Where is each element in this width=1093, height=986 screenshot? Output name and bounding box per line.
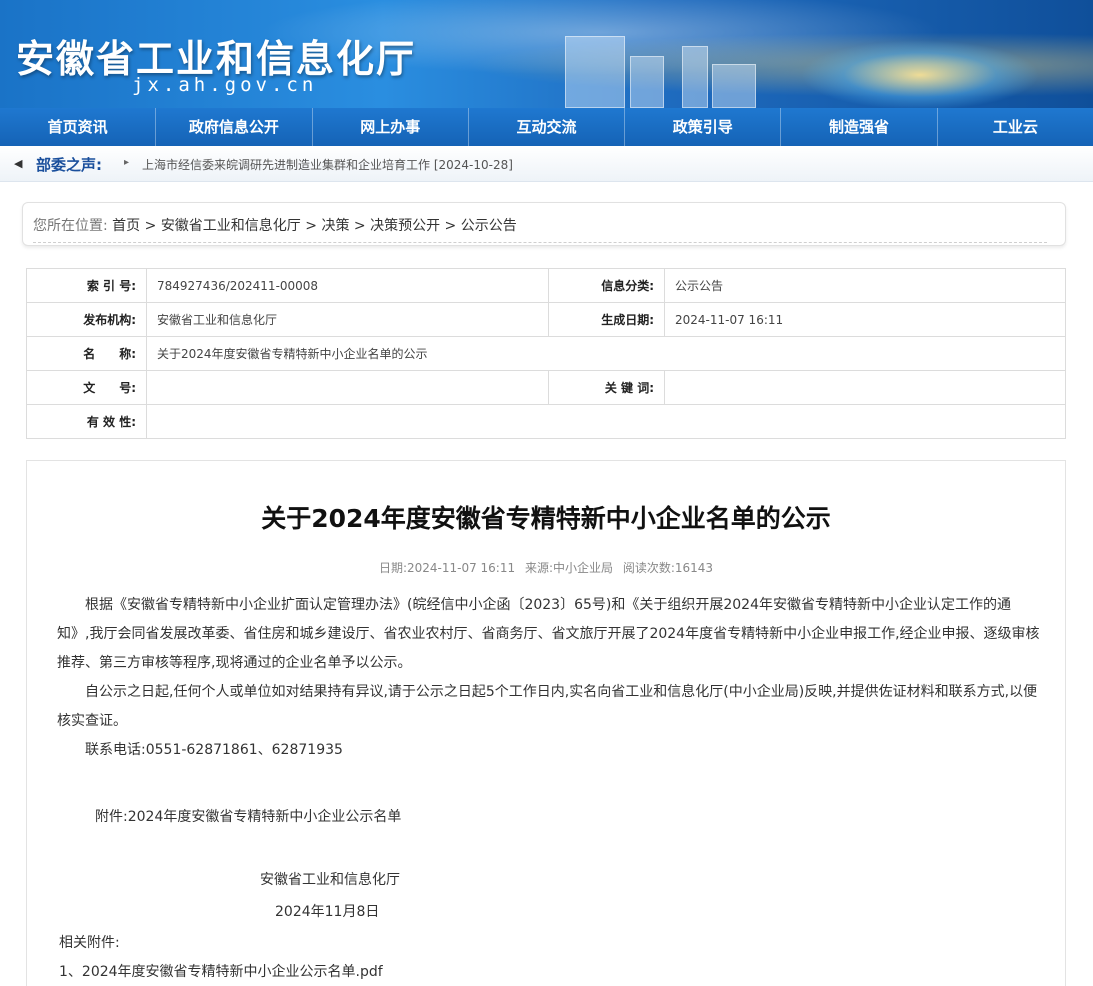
validity-label: 有 效 性: bbox=[26, 404, 147, 439]
banner-building bbox=[630, 56, 664, 108]
ticker-label: 部委之声: bbox=[36, 156, 102, 174]
breadcrumb-separator: > bbox=[444, 218, 461, 234]
site-domain: jx.ah.gov.cn bbox=[132, 74, 318, 96]
breadcrumb-separator: > bbox=[144, 218, 161, 234]
keywords-value bbox=[664, 370, 1066, 405]
signature-org: 安徽省工业和信息化厅 bbox=[260, 872, 400, 888]
date-value: 2024-11-07 16:11 bbox=[664, 302, 1066, 337]
related-attachments-label: 相关附件: bbox=[59, 935, 120, 951]
keywords-label: 关 键 词: bbox=[548, 370, 665, 405]
table-row: 发布机构: 安徽省工业和信息化厅 生成日期: 2024-11-07 16:11 bbox=[26, 302, 1066, 337]
nav-item-manufacturing[interactable]: 制造强省 bbox=[781, 108, 938, 146]
article-contact: 联系电话:0551-62871861、62871935 bbox=[85, 742, 343, 758]
nav-item-home[interactable]: 首页资讯 bbox=[0, 108, 157, 146]
category-label: 信息分类: bbox=[548, 268, 665, 303]
article-source: 来源:中小企业局 bbox=[524, 561, 613, 575]
article-paragraph: 根据《安徽省专精特新中小企业扩面认定管理办法》(皖经信中小企函〔2023〕65号… bbox=[57, 597, 1040, 671]
breadcrumb-prefix: 您所在位置: bbox=[33, 218, 108, 234]
breadcrumb-home[interactable]: 首页 bbox=[112, 218, 140, 234]
breadcrumb-announcement[interactable]: 公示公告 bbox=[461, 218, 517, 234]
table-row: 索 引 号: 784927436/202411-00008 信息分类: 公示公告 bbox=[26, 268, 1066, 303]
banner-building bbox=[712, 64, 756, 108]
banner-building bbox=[565, 36, 625, 108]
index-label: 索 引 号: bbox=[26, 268, 147, 303]
validity-value bbox=[146, 404, 1066, 439]
date-label: 生成日期: bbox=[548, 302, 665, 337]
breadcrumb-decision[interactable]: 决策 bbox=[321, 218, 349, 234]
speaker-icon: ◀ bbox=[14, 157, 23, 170]
document-info-table: 索 引 号: 784927436/202411-00008 信息分类: 公示公告… bbox=[26, 268, 1066, 439]
breadcrumb: 您所在位置: 首页 > 安徽省工业和信息化厅 > 决策 > 决策预公开 > 公示… bbox=[22, 202, 1066, 246]
docno-value bbox=[146, 370, 549, 405]
nav-item-industry-cloud[interactable]: 工业云 bbox=[938, 108, 1093, 146]
article-meta: 日期:2024-11-07 16:11 来源:中小企业局 阅读次数:16143 bbox=[27, 559, 1065, 576]
news-ticker: ◀ 部委之声: ▸ 上海市经信委来皖调研先进制造业集群和企业培育工作 [2024… bbox=[0, 146, 1093, 182]
table-row: 文 号: 关 键 词: bbox=[26, 370, 1066, 405]
nav-item-online-service[interactable]: 网上办事 bbox=[313, 108, 469, 146]
attachment-pdf-link[interactable]: 1、2024年度安徽省专精特新中小企业公示名单.pdf bbox=[59, 961, 383, 981]
signature-date: 2024年11月8日 bbox=[275, 904, 380, 920]
name-label: 名 称: bbox=[26, 336, 147, 371]
category-value: 公示公告 bbox=[664, 268, 1066, 303]
article-title: 关于2024年度安徽省专精特新中小企业名单的公示 bbox=[261, 504, 831, 533]
name-value: 关于2024年度安徽省专精特新中小企业名单的公示 bbox=[146, 336, 1066, 371]
breadcrumb-separator: > bbox=[305, 218, 322, 234]
site-banner: 安徽省工业和信息化厅 jx.ah.gov.cn bbox=[0, 0, 1093, 108]
publisher-value: 安徽省工业和信息化厅 bbox=[146, 302, 549, 337]
nav-item-policy[interactable]: 政策引导 bbox=[625, 108, 782, 146]
docno-label: 文 号: bbox=[26, 370, 147, 405]
article-body: 根据《安徽省专精特新中小企业扩面认定管理办法》(皖经信中小企函〔2023〕65号… bbox=[57, 591, 1042, 765]
article-date: 日期:2024-11-07 16:11 bbox=[378, 561, 516, 575]
nav-item-interaction[interactable]: 互动交流 bbox=[469, 108, 626, 146]
table-row: 有 效 性: bbox=[26, 404, 1066, 439]
breadcrumb-department[interactable]: 安徽省工业和信息化厅 bbox=[161, 218, 301, 234]
nav-item-gov-info[interactable]: 政府信息公开 bbox=[156, 108, 313, 146]
banner-stadium bbox=[800, 40, 1040, 108]
breadcrumb-divider bbox=[33, 242, 1047, 243]
ticker-news-link[interactable]: 上海市经信委来皖调研先进制造业集群和企业培育工作 [2024-10-28] bbox=[142, 156, 513, 173]
triangle-right-icon: ▸ bbox=[124, 157, 130, 168]
main-nav: 首页资讯 政府信息公开 网上办事 互动交流 政策引导 制造强省 工业云 bbox=[0, 108, 1093, 146]
breadcrumb-pre-disclosure[interactable]: 决策预公开 bbox=[370, 218, 440, 234]
article-paragraph: 自公示之日起,任何个人或单位如对结果持有异议,请于公示之日起5个工作日内,实名向… bbox=[57, 684, 1038, 729]
publisher-label: 发布机构: bbox=[26, 302, 147, 337]
breadcrumb-separator: > bbox=[353, 218, 371, 234]
table-row: 名 称: 关于2024年度安徽省专精特新中小企业名单的公示 bbox=[26, 336, 1066, 371]
index-value: 784927436/202411-00008 bbox=[146, 268, 549, 303]
article-views: 阅读次数:16143 bbox=[622, 561, 714, 575]
banner-building bbox=[682, 46, 708, 108]
article-attachment-note: 附件:2024年度安徽省专精特新中小企业公示名单 bbox=[95, 809, 402, 825]
article-panel: 关于2024年度安徽省专精特新中小企业名单的公示 日期:2024-11-07 1… bbox=[26, 460, 1066, 986]
